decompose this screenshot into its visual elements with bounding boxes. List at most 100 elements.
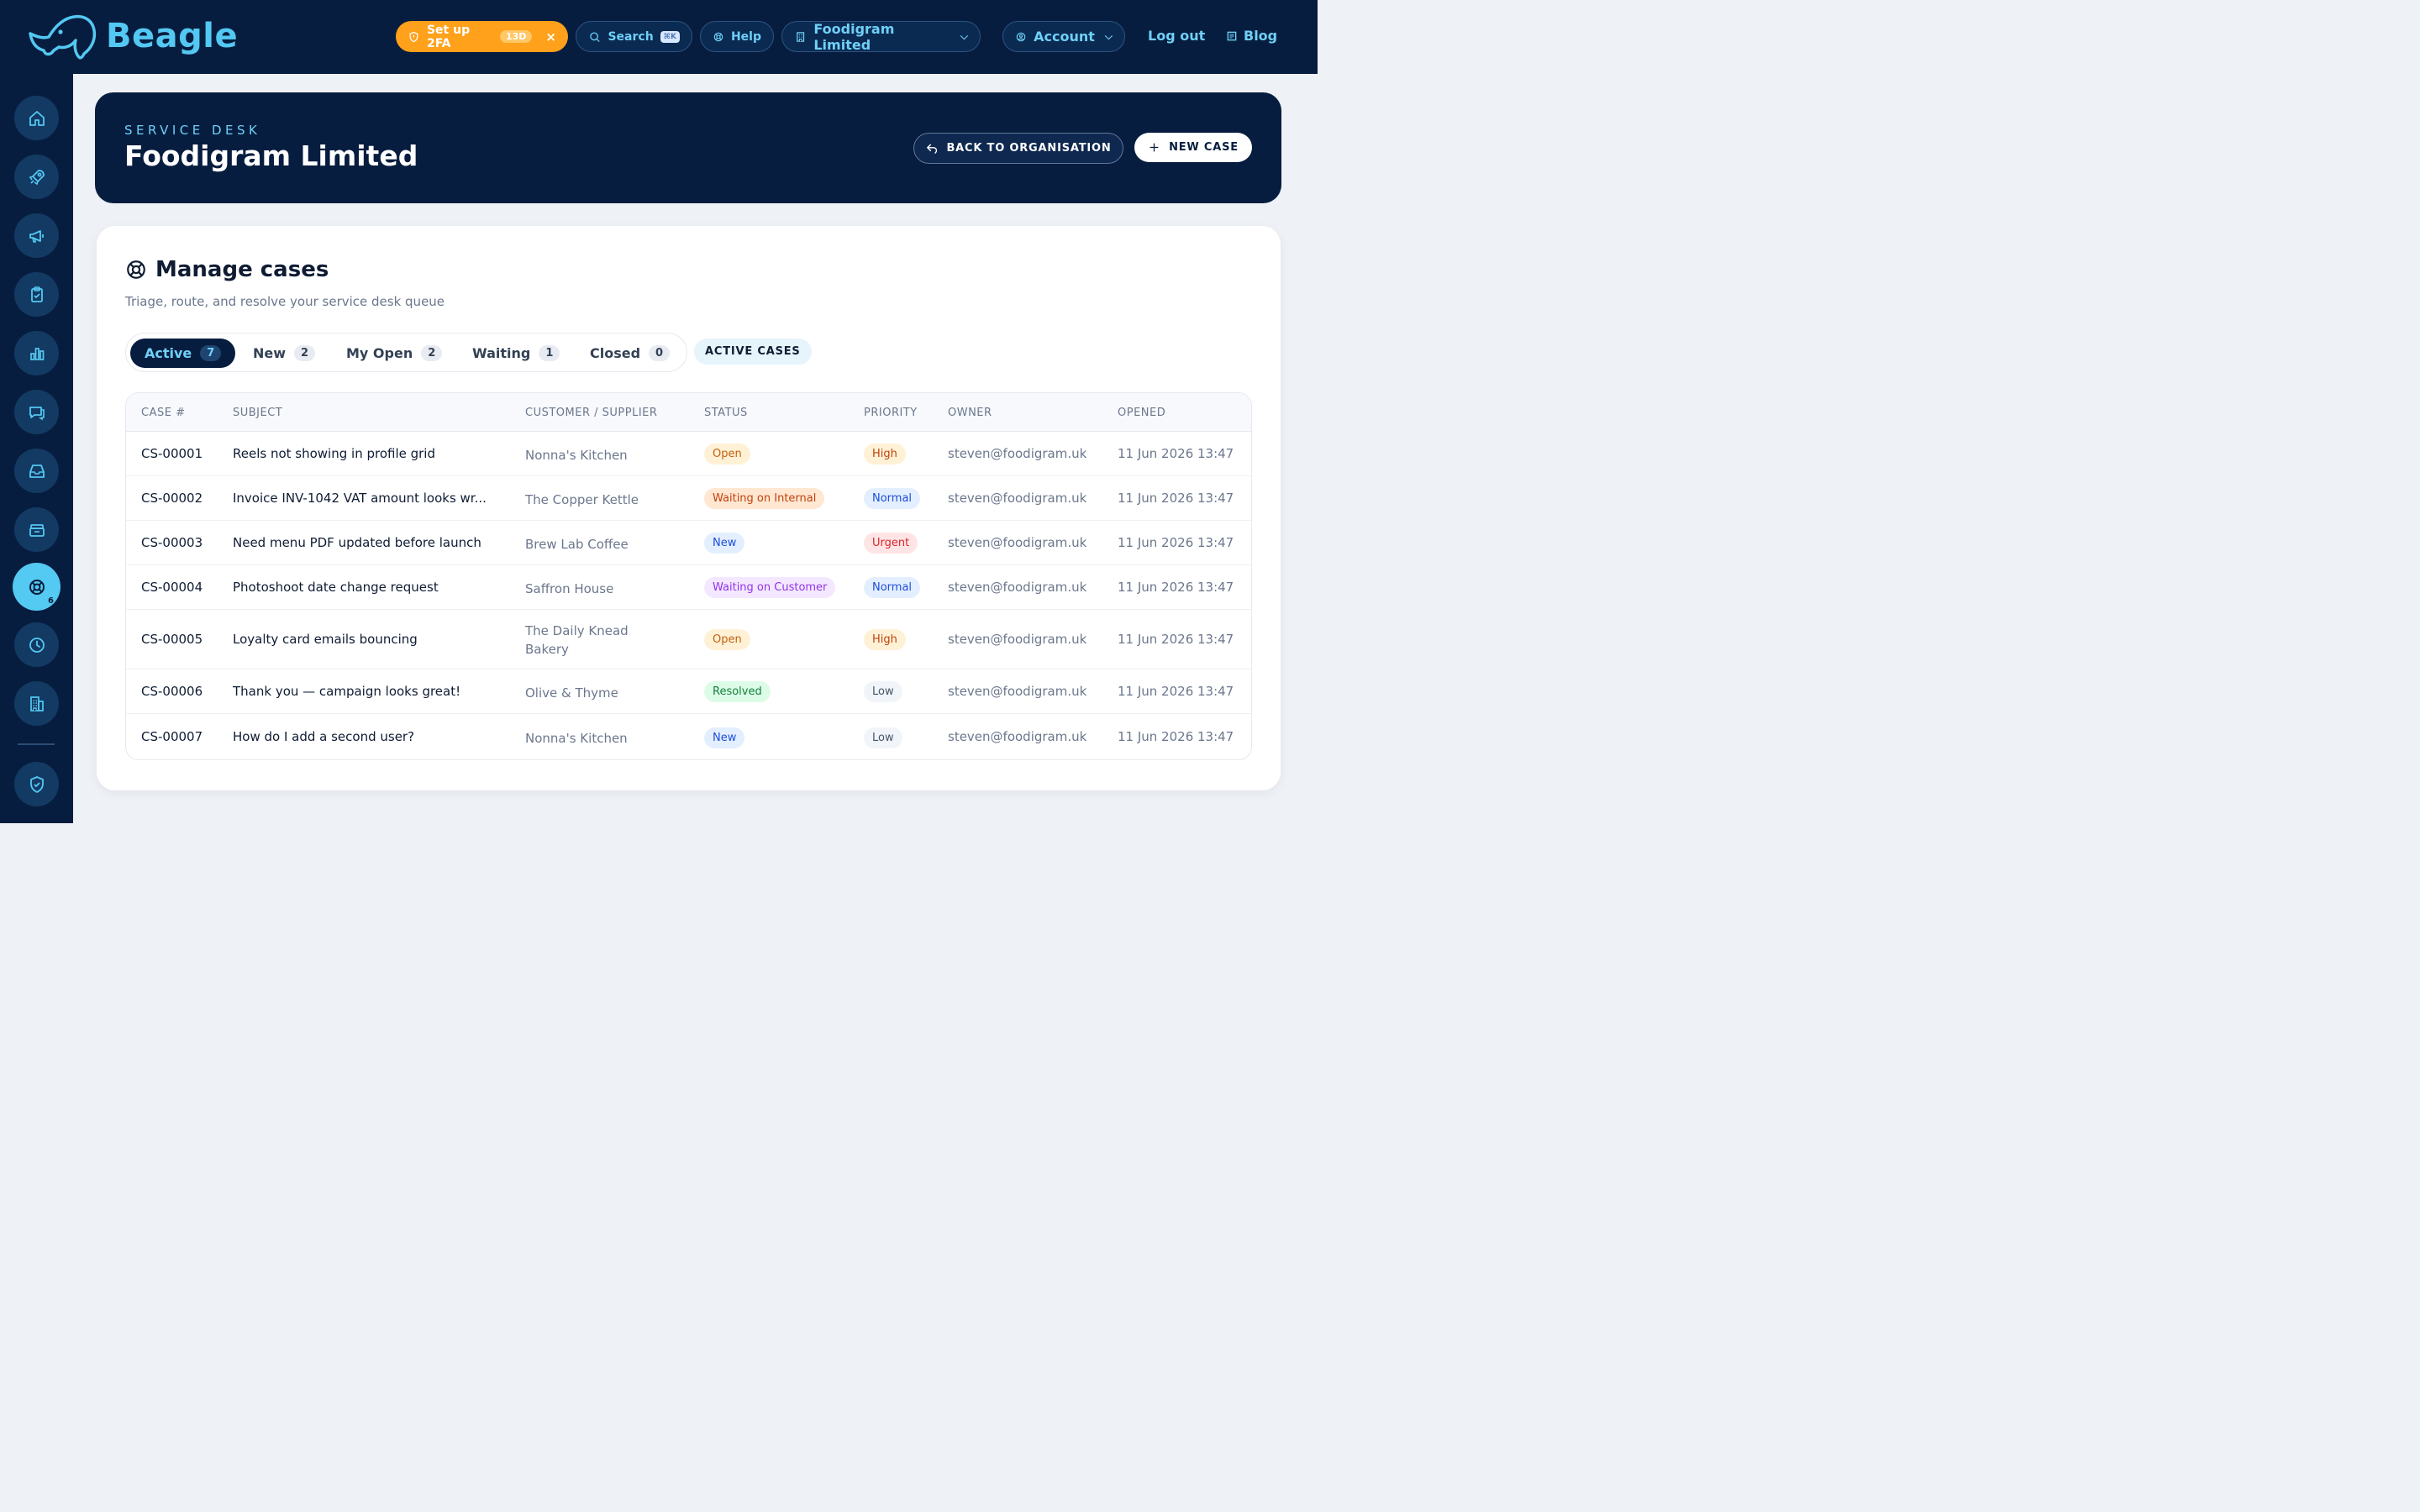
column-header-opened[interactable]: OPENED	[1118, 407, 1165, 419]
tab-closed[interactable]: Closed 0	[576, 339, 684, 368]
table-row[interactable]: CS-00005 Loyalty card emails bouncing The …	[126, 610, 1251, 669]
tab-label: New	[253, 345, 287, 361]
priority-badge: Normal	[864, 577, 921, 598]
case-id-cell[interactable]: CS-00003	[141, 535, 203, 550]
table-row[interactable]: CS-00004 Photoshoot date change request Sa…	[126, 565, 1251, 610]
blog-link[interactable]: Blog	[1225, 28, 1277, 44]
priority-badge: Normal	[864, 488, 921, 509]
sidebar-item-security[interactable]	[14, 762, 59, 806]
customer-cell: Nonna's Kitchen	[525, 731, 628, 746]
case-id-cell[interactable]: CS-00005	[141, 632, 203, 647]
column-header-owner[interactable]: OWNER	[948, 407, 992, 419]
back-to-organisation-label: BACK TO ORGANISATION	[946, 142, 1112, 155]
column-header-case[interactable]: CASE #	[141, 407, 185, 419]
column-header-subject[interactable]: SUBJECT	[233, 407, 282, 419]
brand-logo[interactable]: Beagle	[29, 12, 238, 60]
case-id-cell[interactable]: CS-00002	[141, 491, 203, 506]
account-menu[interactable]: Account ⌵	[1002, 21, 1125, 52]
organisation-switcher[interactable]: Foodigram Limited ⌵	[781, 21, 981, 53]
table-row[interactable]: CS-00001 Reels not showing in profile gri…	[126, 432, 1251, 476]
owner-cell: steven@foodigram.uk	[948, 729, 1087, 744]
sidebar-item-organisations[interactable]	[14, 681, 59, 726]
tab-active[interactable]: Active 7	[130, 339, 236, 368]
column-header-status[interactable]: STATUS	[704, 407, 748, 419]
top-bar: Beagle Set up 2FA 13D × Search ⌘K Help F…	[0, 0, 1318, 74]
status-badge: Open	[704, 444, 750, 465]
cases-table: CASE # SUBJECT CUSTOMER / SUPPLIER STATU…	[125, 392, 1252, 760]
subject-cell[interactable]: Thank you — campaign looks great!	[233, 684, 460, 699]
search-shortcut: ⌘K	[660, 30, 680, 43]
manage-cases-card: Manage cases Triage, route, and resolve …	[97, 226, 1281, 790]
help-button[interactable]: Help	[700, 21, 774, 52]
subject-cell[interactable]: Loyalty card emails bouncing	[233, 632, 418, 647]
page-title: Foodigram Limited	[124, 139, 418, 172]
opened-cell: 11 Jun 2026 13:47	[1118, 534, 1234, 550]
sidebar-item-archive[interactable]	[14, 507, 59, 552]
priority-badge: Low	[864, 727, 902, 748]
sidebar-item-home[interactable]	[14, 96, 59, 140]
case-id-cell[interactable]: CS-00001	[141, 446, 203, 461]
tab-label: Closed	[590, 345, 641, 361]
sidebar-divider	[18, 743, 55, 745]
return-arrow-icon	[927, 144, 938, 154]
close-icon[interactable]: ×	[545, 29, 556, 45]
tab-waiting[interactable]: Waiting 1	[458, 339, 574, 368]
table-row[interactable]: CS-00003 Need menu PDF updated before lau…	[126, 521, 1251, 565]
back-to-organisation-button[interactable]: BACK TO ORGANISATION	[913, 133, 1123, 164]
table-row[interactable]: CS-00007 How do I add a second user? Nonna…	[126, 714, 1251, 759]
sidebar: 6	[0, 74, 73, 823]
user-circle-icon	[1016, 32, 1026, 41]
opened-cell: 11 Jun 2026 13:47	[1118, 683, 1234, 699]
tab-count: 0	[649, 345, 671, 361]
sidebar-item-messages[interactable]	[14, 390, 59, 434]
opened-cell: 11 Jun 2026 13:47	[1118, 729, 1234, 744]
subject-cell[interactable]: How do I add a second user?	[233, 729, 414, 744]
status-badge: Waiting on Internal	[704, 488, 825, 509]
new-case-label: NEW CASE	[1169, 141, 1239, 154]
owner-cell: steven@foodigram.uk	[948, 490, 1087, 506]
tab-my-open[interactable]: My Open 2	[332, 339, 456, 368]
current-view-tag: ACTIVE CASES	[694, 339, 812, 365]
chevron-down-icon: ⌵	[1104, 30, 1113, 42]
case-filter-tabs: Active 7 New 2 My Open 2 Waiting 1 Close…	[125, 333, 687, 372]
subject-cell[interactable]: Photoshoot date change request	[233, 580, 439, 595]
search-button[interactable]: Search ⌘K	[576, 21, 692, 52]
status-badge: New	[704, 727, 745, 748]
sidebar-item-reports[interactable]	[14, 331, 59, 375]
subject-cell[interactable]: Invoice INV-1042 VAT amount looks wr...	[233, 491, 487, 506]
customer-cell: Saffron House	[525, 580, 614, 596]
lifebuoy-icon	[127, 260, 145, 279]
owner-cell: steven@foodigram.uk	[948, 534, 1087, 550]
table-row[interactable]: CS-00002 Invoice INV-1042 VAT amount look…	[126, 476, 1251, 521]
sidebar-item-inbox[interactable]	[14, 449, 59, 493]
customer-cell: The Daily Knead Bakery	[525, 622, 629, 657]
lifebuoy-icon	[29, 579, 45, 595]
setup-2fa-button[interactable]: Set up 2FA 13D ×	[396, 21, 568, 52]
status-badge: New	[704, 533, 745, 554]
tab-new[interactable]: New 2	[239, 339, 329, 368]
case-id-cell[interactable]: CS-00007	[141, 729, 203, 744]
setup-2fa-days-badge: 13D	[499, 30, 533, 43]
status-badge: Resolved	[704, 681, 771, 702]
search-label: Search	[608, 29, 654, 44]
megaphone-icon	[29, 229, 44, 243]
column-header-priority[interactable]: PRIORITY	[864, 407, 918, 419]
logout-link[interactable]: Log out	[1148, 28, 1205, 44]
sidebar-item-tasks[interactable]	[14, 272, 59, 317]
new-case-button[interactable]: NEW CASE	[1134, 133, 1252, 162]
sidebar-item-campaigns[interactable]	[14, 213, 59, 258]
service-desk-count-badge: 6	[48, 596, 54, 606]
subject-cell[interactable]: Need menu PDF updated before launch	[233, 535, 481, 550]
tab-label: My Open	[346, 345, 413, 361]
column-header-customer[interactable]: CUSTOMER / SUPPLIER	[525, 407, 657, 419]
sidebar-item-service-desk[interactable]: 6	[13, 563, 60, 611]
sidebar-item-history[interactable]	[14, 622, 59, 667]
building-icon	[29, 696, 44, 711]
case-id-cell[interactable]: CS-00006	[141, 684, 203, 699]
sidebar-item-launch[interactable]	[14, 155, 59, 199]
case-id-cell[interactable]: CS-00004	[141, 580, 203, 595]
priority-badge: Urgent	[864, 533, 918, 554]
priority-badge: High	[864, 629, 906, 650]
table-row[interactable]: CS-00006 Thank you — campaign looks great…	[126, 669, 1251, 714]
subject-cell[interactable]: Reels not showing in profile grid	[233, 446, 435, 461]
